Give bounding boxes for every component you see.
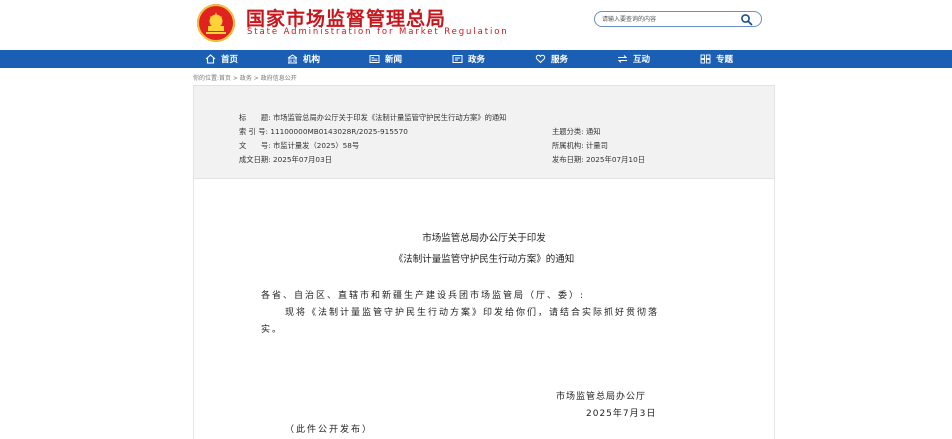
site-header: 国家市场监督管理总局 State Administration for Mark… — [0, 0, 952, 50]
meta-org-row: 所属机构: 计量司 — [552, 141, 608, 151]
signature: 市场监管总局办公厅 — [556, 392, 647, 402]
meta-published-row: 发布日期: 2025年07月10日 — [552, 155, 645, 165]
meta-docno-label: 文 号: — [239, 141, 271, 150]
meta-title-row: 标 题: 市场监管总局办公厅关于印发《法制计量监管守护民生行动方案》的通知 — [239, 113, 506, 123]
nav-interaction-label: 互动 — [633, 55, 651, 65]
site-subtitle: State Administration for Market Regulati… — [247, 27, 509, 37]
search-input[interactable] — [602, 13, 737, 25]
newspaper-icon — [369, 55, 380, 63]
nav-services-label: 服务 — [551, 55, 569, 65]
nav-topics[interactable]: 专题 — [700, 50, 733, 68]
exchange-icon — [617, 55, 628, 63]
national-emblem-logo[interactable] — [197, 4, 235, 42]
document-title-line2: 《法制计量监管守护民生行动方案》的通知 — [393, 254, 575, 265]
meta-docno-value: 市监计量发（2025）58号 — [272, 141, 360, 150]
meta-index-value: 11100000MB0143028R/2025-915570 — [270, 127, 408, 136]
document-body: 市场监管总局办公厅关于印发 《法制计量监管守护民生行动方案》的通知 各省、自治区… — [193, 178, 775, 439]
meta-published-value: 2025年07月10日 — [585, 155, 646, 164]
nav-government[interactable]: 政务 — [452, 50, 485, 68]
meta-title-value: 市场监管总局办公厅关于印发《法制计量监管守护民生行动方案》的通知 — [272, 113, 507, 122]
meta-published-label: 发布日期: — [552, 155, 584, 164]
breadcrumb[interactable]: 你的位置:首页 > 政务 > 政府信息公开 — [193, 73, 297, 82]
nav-home[interactable]: 首页 — [205, 50, 238, 68]
grid-icon — [700, 54, 711, 64]
meta-title-label: 标 题: — [239, 113, 271, 122]
nav-services[interactable]: 服务 — [535, 50, 568, 68]
government-icon — [452, 55, 463, 63]
meta-org-value: 计量司 — [585, 141, 608, 150]
salutation: 各省、自治区、直辖市和新疆生产建设兵团市场监管局（厅、委）: — [261, 291, 586, 301]
nav-topics-label: 专题 — [716, 55, 734, 65]
meta-category-row: 主题分类: 通知 — [552, 127, 601, 137]
meta-index-label: 索 引 号: — [239, 127, 268, 136]
meta-created-label: 成文日期: — [239, 155, 271, 164]
nav-home-label: 首页 — [221, 55, 239, 65]
home-icon — [205, 54, 216, 64]
footer-note: （此件公开发布） — [285, 425, 374, 435]
search-box — [594, 11, 762, 27]
search-icon[interactable] — [740, 13, 753, 26]
meta-created-row: 成文日期: 2025年07月03日 — [239, 155, 332, 165]
nav-interaction[interactable]: 互动 — [617, 50, 650, 68]
body-paragraph-line2: 实。 — [261, 325, 284, 335]
building-icon — [287, 54, 298, 64]
meta-org-label: 所属机构: — [552, 141, 584, 150]
document-metadata: 标 题: 市场监管总局办公厅关于印发《法制计量监管守护民生行动方案》的通知 索 … — [193, 85, 775, 179]
nav-institutions-label: 机构 — [303, 55, 321, 65]
body-paragraph-line1: 现将《法制计量监管守护民生行动方案》印发给你们，请结合实际抓好贯彻落 — [285, 308, 660, 318]
meta-category-label: 主题分类: — [552, 127, 584, 136]
nav-institutions[interactable]: 机构 — [287, 50, 320, 68]
meta-docno-row: 文 号: 市监计量发（2025）58号 — [239, 141, 359, 151]
document-date: 2025年7月3日 — [586, 409, 657, 419]
main-nav: 首页 机构 新闻 政务 服务 互动 专题 — [0, 50, 952, 68]
nav-news[interactable]: 新闻 — [369, 50, 402, 68]
meta-index-row: 索 引 号: 11100000MB0143028R/2025-915570 — [239, 127, 408, 137]
heart-icon — [535, 54, 546, 64]
nav-government-label: 政务 — [468, 55, 486, 65]
nav-news-label: 新闻 — [385, 55, 403, 65]
document-title-line1: 市场监管总局办公厅关于印发 — [422, 233, 546, 244]
meta-created-value: 2025年07月03日 — [272, 155, 333, 164]
meta-category-value: 通知 — [585, 127, 601, 136]
